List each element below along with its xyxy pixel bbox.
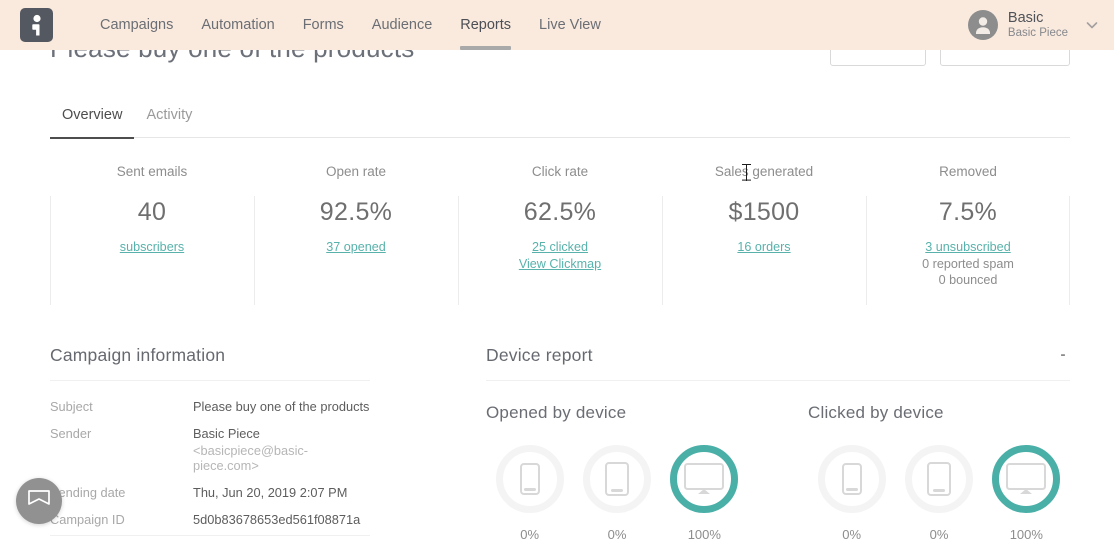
device-group-title: Clicked by device	[808, 403, 1070, 423]
device-cell-desktop-clicked: 100%	[983, 445, 1070, 542]
stat-label: Sent emails	[50, 158, 254, 179]
info-key-sending-date: Sending date	[50, 485, 193, 512]
mobile-phone-icon	[520, 463, 540, 495]
stat-value: 40	[50, 196, 254, 228]
mobile-phone-icon	[842, 463, 862, 495]
stat-note-reported-spam: 0 reported spam	[866, 256, 1070, 273]
report-tabs: Overview Activity	[50, 100, 1070, 138]
device-cell-mobile-clicked: 0%	[808, 445, 895, 542]
stat-value: $1500	[662, 196, 866, 228]
campaign-information-title: Campaign information	[50, 345, 370, 366]
account-name: Basic	[1008, 10, 1068, 27]
stat-label: Removed	[866, 158, 1070, 179]
campaign-information-divider	[50, 535, 370, 536]
app-root: Please buy one of the products Overview …	[0, 0, 1114, 542]
device-report-title: Device report	[486, 345, 1070, 366]
device-ring	[496, 445, 564, 513]
nav-item-live-view[interactable]: Live View	[525, 0, 615, 50]
chevron-down-icon[interactable]	[1084, 17, 1100, 33]
info-value-sender: Basic Piece <basicpiece@basic-piece.com>	[193, 426, 370, 485]
nav-item-reports[interactable]: Reports	[446, 0, 525, 50]
device-group-opened: Opened by device	[486, 403, 748, 542]
text-cursor	[742, 164, 751, 181]
stat-label: Sales generated	[662, 158, 866, 179]
device-percent: 0%	[486, 527, 573, 542]
stat-value: 92.5%	[254, 196, 458, 228]
stat-link-opened[interactable]: 37 opened	[254, 239, 458, 256]
device-group-title: Opened by device	[486, 403, 748, 423]
stats-summary: Sent emails 40 subscribers Open rate 92.…	[50, 158, 1070, 303]
device-percent: 100%	[661, 527, 748, 542]
tab-activity[interactable]: Activity	[134, 100, 204, 138]
tablet-icon	[605, 462, 629, 496]
campaign-information-table: Subject Please buy one of the products S…	[50, 399, 370, 539]
stat-sales-generated: Sales generated $1500 16 orders	[662, 158, 866, 303]
stat-click-rate: Click rate 62.5% 25 clicked View Clickma…	[458, 158, 662, 303]
stat-note-bounced: 0 bounced	[866, 272, 1070, 289]
device-rings: 0%	[486, 445, 748, 542]
stat-link-view-clickmap[interactable]: View Clickmap	[458, 256, 662, 273]
device-ring	[670, 445, 738, 513]
stat-link-orders[interactable]: 16 orders	[662, 239, 866, 256]
campaign-information-panel: Campaign information Subject Please buy …	[50, 345, 370, 539]
device-ring	[818, 445, 886, 513]
account-text: Basic Basic Piece	[1008, 10, 1068, 41]
device-percent: 0%	[895, 527, 982, 542]
table-row: Sender Basic Piece <basicpiece@basic-pie…	[50, 426, 370, 485]
device-ring	[992, 445, 1060, 513]
device-cell-mobile-opened: 0%	[486, 445, 573, 542]
info-value-sender-email: <basicpiece@basic-piece.com>	[193, 443, 370, 473]
desktop-monitor-icon	[684, 463, 724, 495]
tab-overview[interactable]: Overview	[50, 100, 134, 138]
envelope-icon	[27, 489, 51, 514]
device-report-panel: Device report - Opened by device	[486, 345, 1070, 542]
device-cell-tablet-clicked: 0%	[895, 445, 982, 542]
stat-value: 7.5%	[866, 196, 1070, 228]
stat-link-subscribers[interactable]: subscribers	[50, 239, 254, 256]
device-group-clicked: Clicked by device	[808, 403, 1070, 542]
stat-link-unsubscribed[interactable]: 3 unsubscribed	[866, 239, 1070, 256]
stat-sent-emails: Sent emails 40 subscribers	[50, 158, 254, 303]
device-cell-desktop-opened: 100%	[661, 445, 748, 542]
device-report-header: Device report -	[486, 345, 1070, 381]
info-value-sender-name: Basic Piece	[193, 426, 260, 441]
info-value-sending-date: Thu, Jun 20, 2019 2:07 PM	[193, 485, 370, 512]
table-row: Subject Please buy one of the products	[50, 399, 370, 426]
device-ring	[905, 445, 973, 513]
device-percent: 0%	[808, 527, 895, 542]
nav-item-automation[interactable]: Automation	[187, 0, 288, 50]
desktop-monitor-icon	[1006, 463, 1046, 495]
device-groups: Opened by device	[486, 403, 1070, 542]
info-key-sender: Sender	[50, 426, 193, 485]
brand-logo-icon[interactable]	[20, 8, 53, 42]
device-rings: 0%	[808, 445, 1070, 542]
device-ring	[583, 445, 651, 513]
device-cell-tablet-opened: 0%	[573, 445, 660, 542]
chat-widget-button[interactable]	[16, 478, 62, 524]
account-menu[interactable]: Basic Basic Piece	[968, 0, 1100, 50]
nav-item-campaigns[interactable]: Campaigns	[86, 0, 187, 50]
top-navigation-bar: Campaigns Automation Forms Audience Repo…	[0, 0, 1114, 50]
nav-item-audience[interactable]: Audience	[358, 0, 446, 50]
device-percent: 0%	[573, 527, 660, 542]
stat-value: 62.5%	[458, 196, 662, 228]
info-key-subject: Subject	[50, 399, 193, 426]
tablet-icon	[927, 462, 951, 496]
campaign-information-header: Campaign information	[50, 345, 370, 381]
account-workspace: Basic Piece	[1008, 27, 1068, 41]
stat-label: Click rate	[458, 158, 662, 179]
device-percent: 100%	[983, 527, 1070, 542]
main-navigation: Campaigns Automation Forms Audience Repo…	[86, 0, 615, 50]
user-avatar-icon	[968, 10, 998, 40]
info-value-subject: Please buy one of the products	[193, 399, 370, 426]
stat-removed: Removed 7.5% 3 unsubscribed 0 reported s…	[866, 158, 1070, 303]
stat-open-rate: Open rate 92.5% 37 opened	[254, 158, 458, 303]
table-row: Sending date Thu, Jun 20, 2019 2:07 PM	[50, 485, 370, 512]
nav-item-forms[interactable]: Forms	[289, 0, 358, 50]
stat-link-clicked[interactable]: 25 clicked	[458, 239, 662, 256]
stat-label: Open rate	[254, 158, 458, 179]
collapse-icon[interactable]: -	[1056, 350, 1070, 364]
